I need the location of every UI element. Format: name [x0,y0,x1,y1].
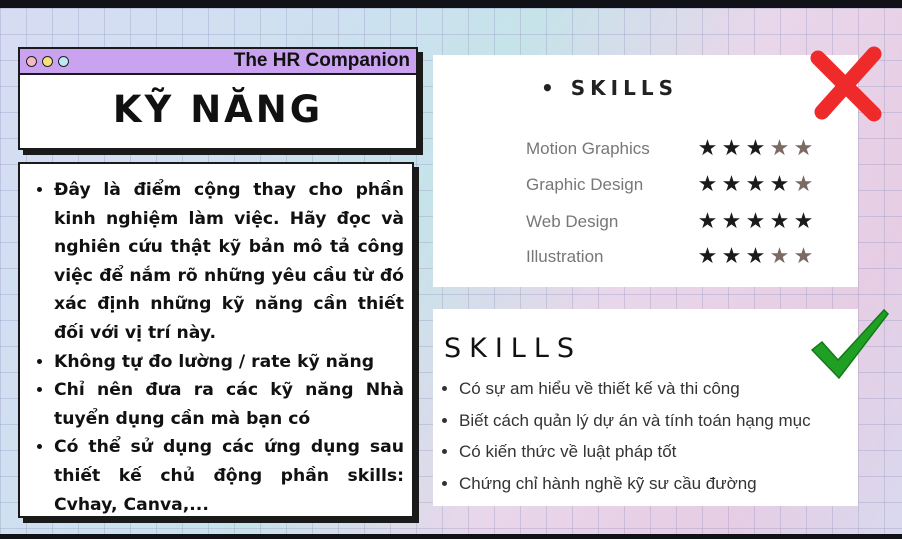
star-icon: ★ [769,209,791,234]
star-icon: ★ [745,136,767,161]
window-dot-icon [26,55,37,67]
star-icon: ★ [721,136,743,161]
star-icon: ★ [745,209,767,234]
star-icon: ★ [793,136,815,161]
title-card-header: The HR Companion [20,49,416,75]
star-rating: ★ ★ ★ ★ ★ [696,135,816,161]
skill-name: Web Design [526,212,619,231]
good-skill-item: Biết cách quản lý dự án và tính toán hạn… [459,405,811,437]
bad-example-card: • SKILLS Motion Graphics ★ ★ ★ ★ ★ Graphic Des… [433,55,858,287]
title-card: The HR Companion KỸ NĂNG [18,47,418,150]
brand-name: The HR Companion [233,50,410,71]
skill-name: Illustration [526,247,604,266]
skill-name: Graphic Design [526,175,644,194]
star-icon: ★ [769,136,791,161]
bad-example-heading: • SKILLS [541,76,678,100]
star-icon: ★ [721,244,743,269]
top-border [0,0,902,8]
rated-skill-row: Motion Graphics ★ ★ ★ ★ ★ [526,135,846,165]
star-icon: ★ [793,209,815,234]
star-icon: ★ [745,244,767,269]
good-example-card: SKILLS Có sự am hiểu về thiết kế và thi … [433,309,858,506]
star-icon: ★ [721,172,743,197]
tip-item: Không tự đo lường / rate kỹ năng [54,348,404,377]
tips-list: Đây là điểm cộng thay cho phần kinh nghi… [38,176,404,519]
star-icon: ★ [745,172,767,197]
star-rating: ★ ★ ★ ★ ★ [696,171,816,197]
star-icon: ★ [769,172,791,197]
red-x-icon [810,46,882,122]
rated-skill-row: Web Design ★ ★ ★ ★ ★ [526,208,846,238]
star-icon: ★ [769,244,791,269]
tip-item: Có thể sử dụng các ứng dụng sau thiết kế… [54,433,404,519]
good-skill-item: Chứng chỉ hành nghề kỹ sư cầu đường [459,468,811,500]
star-icon: ★ [721,209,743,234]
window-dot-icon [42,55,53,67]
good-skills-list: Có sự am hiểu về thiết kế và thi công Bi… [442,373,811,499]
good-skill-item: Có kiến thức về luật pháp tốt [459,436,811,468]
star-icon: ★ [697,172,719,197]
rated-skill-row: Graphic Design ★ ★ ★ ★ ★ [526,171,846,201]
star-icon: ★ [697,209,719,234]
skill-name: Motion Graphics [526,139,650,158]
star-icon: ★ [793,244,815,269]
rated-skill-row: Illustration ★ ★ ★ ★ ★ [526,243,846,273]
star-rating: ★ ★ ★ ★ ★ [696,208,816,234]
window-dot-icon [58,55,69,67]
star-icon: ★ [793,172,815,197]
tip-item: Chỉ nên đưa ra các kỹ năng Nhà tuyển dụn… [54,376,404,433]
green-check-icon [810,308,889,380]
star-rating: ★ ★ ★ ★ ★ [696,243,816,269]
page-title: KỸ NĂNG [112,88,324,131]
tip-item: Đây là điểm cộng thay cho phần kinh nghi… [54,176,404,348]
star-icon: ★ [697,244,719,269]
tips-card: Đây là điểm cộng thay cho phần kinh nghi… [18,162,414,518]
bottom-border [0,534,902,539]
star-icon: ★ [697,136,719,161]
good-example-heading: SKILLS [444,333,583,364]
good-skill-item: Có sự am hiểu về thiết kế và thi công [459,373,811,405]
